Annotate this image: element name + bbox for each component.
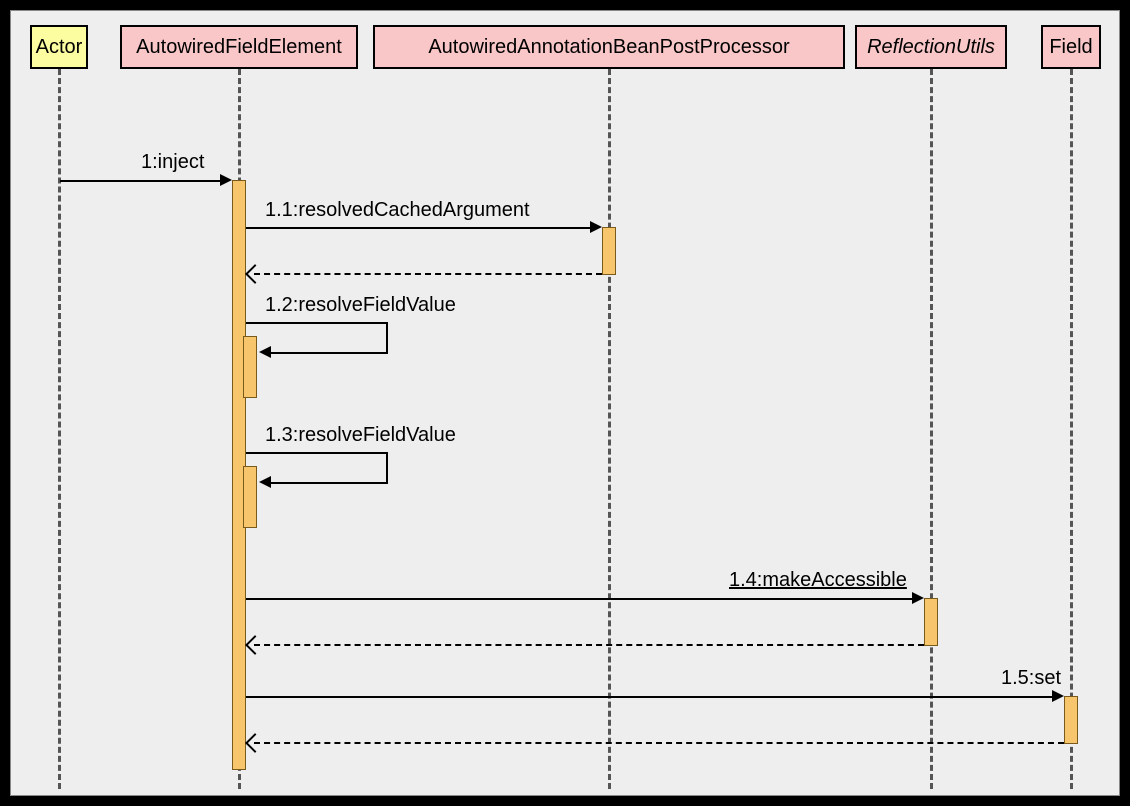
self-down-1-2	[386, 322, 388, 352]
self-arrow-1-2	[259, 346, 271, 358]
label-inject: 1:inject	[141, 151, 204, 174]
label-resolve-1-3: 1.3:resolveFieldValue	[265, 424, 456, 447]
activation-field	[1064, 696, 1078, 744]
participant-aabpp: AutowiredAnnotationBeanPostProcessor	[373, 25, 845, 69]
lifeline-actor	[58, 69, 61, 789]
activation-self-1-3	[243, 466, 257, 528]
participant-actor: Actor	[30, 25, 88, 69]
participant-autowired-field-element: AutowiredFieldElement	[120, 25, 358, 69]
return-arrow-make-accessible	[245, 635, 265, 655]
arrowhead-make-accessible	[912, 592, 924, 604]
arrowhead-resolved-cached	[590, 221, 602, 233]
arrowhead-set	[1052, 690, 1064, 702]
return-resolved-cached	[254, 273, 602, 275]
activation-self-1-2	[243, 336, 257, 398]
self-arrow-1-3	[259, 476, 271, 488]
lifeline-aabpp	[608, 69, 611, 789]
label-set: 1.5:set	[1001, 667, 1061, 690]
self-down-1-3	[386, 452, 388, 482]
lifeline-ru	[930, 69, 933, 789]
self-back-1-3	[269, 482, 388, 484]
diagram-frame: Actor AutowiredFieldElement AutowiredAnn…	[10, 10, 1120, 796]
return-arrow-set	[245, 733, 265, 753]
activation-ru	[924, 598, 938, 646]
participant-reflection-utils: ReflectionUtils	[855, 25, 1007, 69]
arrow-inject	[60, 180, 222, 182]
self-out-1-3	[246, 452, 386, 454]
return-make-accessible	[254, 644, 924, 646]
return-set	[254, 742, 1064, 744]
label-resolve-1-2: 1.2:resolveFieldValue	[265, 294, 456, 317]
activation-aabpp	[602, 227, 616, 275]
self-out-1-2	[246, 322, 386, 324]
return-arrow-resolved-cached	[245, 264, 265, 284]
arrow-resolved-cached	[246, 227, 592, 229]
lifeline-field	[1070, 69, 1073, 789]
self-back-1-2	[269, 352, 388, 354]
arrow-make-accessible	[246, 598, 914, 600]
label-resolved-cached: 1.1:resolvedCachedArgument	[265, 199, 530, 222]
participant-field: Field	[1041, 25, 1101, 69]
arrow-set	[246, 696, 1054, 698]
arrowhead-inject	[220, 174, 232, 186]
label-make-accessible: 1.4:makeAccessible	[729, 569, 907, 592]
